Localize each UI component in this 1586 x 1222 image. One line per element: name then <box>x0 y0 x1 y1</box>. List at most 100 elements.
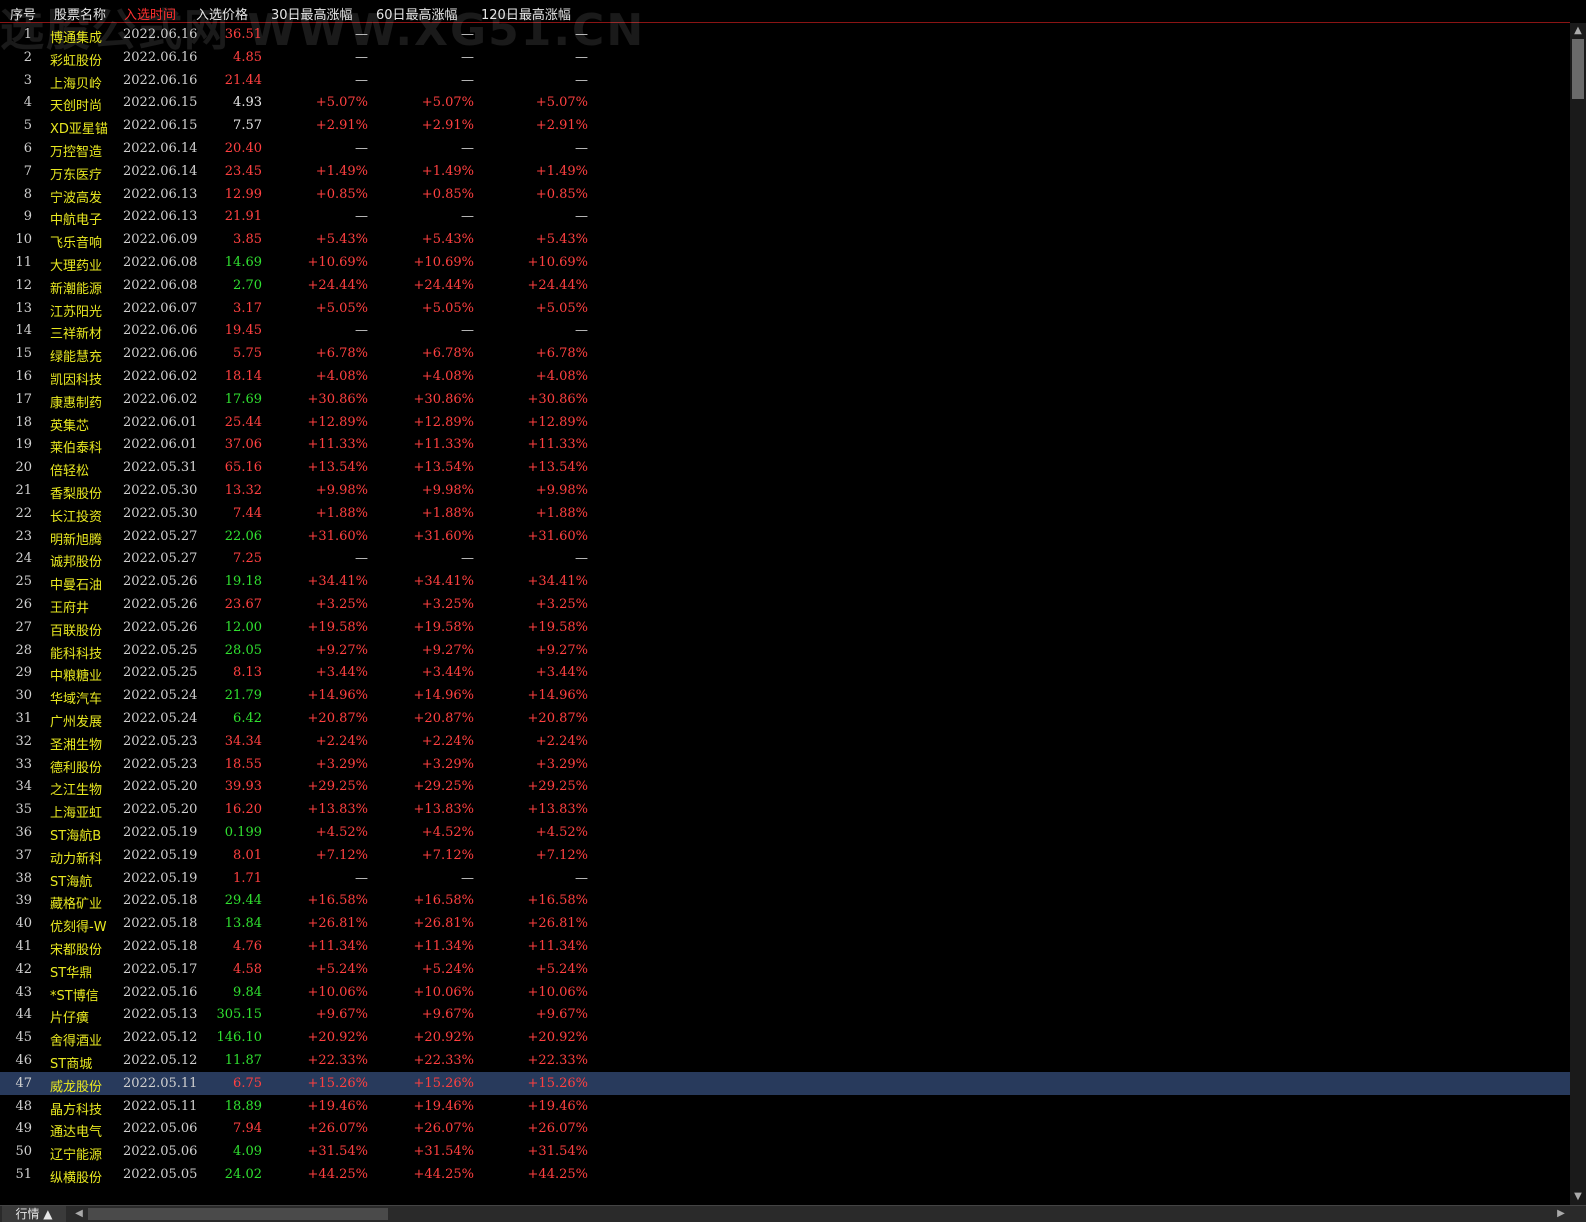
table-row[interactable]: 22 长江投资 2022.05.30 7.44 +1.88% +1.88% +1.88% <box>0 502 1570 525</box>
table-row[interactable]: 40 优刻得-W 2022.05.18 13.84 +26.81% +26.81% +26.… <box>0 912 1570 935</box>
table-row[interactable]: 21 香梨股份 2022.05.30 13.32 +9.98% +9.98% +9.98% <box>0 479 1570 502</box>
row-index: 35 <box>15 802 32 818</box>
tab-quotes[interactable]: 行情 ▲ <box>2 1206 66 1222</box>
table-row[interactable]: 12 新潮能源 2022.06.08 2.70 +24.44% +24.44% +24.44… <box>0 274 1570 297</box>
gain-30d: — <box>355 27 368 42</box>
gain-60d: — <box>461 551 474 567</box>
table-row[interactable]: 2 彩虹股份 2022.06.16 4.85— — — <box>0 46 1570 69</box>
table-row[interactable]: 6 万控智造 2022.06.14 20.40— — — <box>0 137 1570 160</box>
gain-60d: — <box>461 209 474 225</box>
gain-60d: +1.88% <box>421 505 474 521</box>
table-row[interactable]: 14 三祥新材 2022.06.06 19.45— — — <box>0 319 1570 342</box>
scroll-right-icon[interactable]: ▶ <box>1554 1206 1568 1222</box>
table-row[interactable]: 50 辽宁能源 2022.05.06 4.09 +31.54% +31.54% +31.54… <box>0 1140 1570 1163</box>
table-row[interactable]: 43 *ST博信 2022.05.16 9.84 +10.06% +10.06% +10.0… <box>0 981 1570 1004</box>
table-row[interactable]: 15 绿能慧充 2022.06.06 5.75 +6.78% +6.78% +6.78% <box>0 342 1570 365</box>
table-row[interactable]: 28 能科科技 2022.05.25 28.05 +9.27% +9.27% +9.27% <box>0 639 1570 662</box>
scroll-down-icon[interactable]: ▼ <box>1570 1189 1586 1205</box>
table-row[interactable]: 35 上海亚虹 2022.05.20 16.20 +13.83% +13.83% +13.8… <box>0 798 1570 821</box>
row-index: 19 <box>15 437 32 453</box>
table-row[interactable]: 29 中粮糖业 2022.05.25 8.13 +3.44% +3.44% +3.44% <box>0 661 1570 684</box>
table-row[interactable]: 26 王府井 2022.05.26 23.67 +3.25% +3.25% +3.25% <box>0 593 1570 616</box>
select-price: 18.14 <box>224 369 262 384</box>
table-row[interactable]: 13 江苏阳光 2022.06.07 3.17 +5.05% +5.05% +5.05% <box>0 297 1570 320</box>
table-row[interactable]: 23 明新旭腾 2022.05.27 22.06 +31.60% +31.60% +31.6… <box>0 525 1570 548</box>
column-header-index[interactable]: 序号 <box>10 4 36 23</box>
gain-120d: +5.07% <box>535 95 588 111</box>
scroll-left-icon[interactable]: ◀ <box>72 1206 86 1222</box>
gain-60d: — <box>461 72 474 88</box>
row-index: 49 <box>15 1121 32 1137</box>
table-row[interactable]: 10 飞乐音响 2022.06.09 3.85 +5.43% +5.43% +5.43% <box>0 228 1570 251</box>
column-header-30d-gain[interactable]: 30日最高涨幅 <box>271 4 353 23</box>
row-index: 22 <box>15 505 32 521</box>
stock-name: *ST博信 <box>50 988 99 1004</box>
gain-30d: +4.52% <box>315 825 368 840</box>
table-row[interactable]: 7 万东医疗 2022.06.14 23.45 +1.49% +1.49% +1.49% <box>0 160 1570 183</box>
row-index: 17 <box>15 391 32 407</box>
gain-60d: +30.86% <box>413 391 474 407</box>
table-row[interactable]: 8 宁波高发 2022.06.13 12.99 +0.85% +0.85% +0.85% <box>0 183 1570 206</box>
table-row[interactable]: 17 康惠制药 2022.06.02 17.69 +30.86% +30.86% +30.8… <box>0 388 1570 411</box>
table-row[interactable]: 48 晶方科技 2022.05.11 18.89 +19.46% +19.46% +19.4… <box>0 1095 1570 1118</box>
vertical-scroll-thumb[interactable] <box>1572 39 1584 99</box>
table-row[interactable]: 11 大理药业 2022.06.08 14.69 +10.69% +10.69% +10.6… <box>0 251 1570 274</box>
table-row[interactable]: 20 倍轻松 2022.05.31 65.16 +13.54% +13.54% +13.54… <box>0 456 1570 479</box>
table-row[interactable]: 39 藏格矿业 2022.05.18 29.44 +16.58% +16.58% +16.5… <box>0 889 1570 912</box>
gain-60d: — <box>461 870 474 886</box>
column-header-120d-gain[interactable]: 120日最高涨幅 <box>481 4 571 23</box>
row-index: 28 <box>15 642 32 658</box>
table-row[interactable]: 36 ST海航B 2022.05.19 0.199 +4.52% +4.52% +4.52% <box>0 821 1570 844</box>
table-row[interactable]: 47 威龙股份 2022.05.11 6.75 +15.26% +15.26% +15.26… <box>0 1071 1570 1095</box>
table-row[interactable]: 32 圣湘生物 2022.05.23 34.34 +2.24% +2.24% +2.24% <box>0 730 1570 753</box>
gain-120d: +1.49% <box>535 163 588 179</box>
gain-60d: +3.25% <box>421 597 474 612</box>
gain-120d: +20.87% <box>527 711 588 726</box>
gain-60d: +6.78% <box>421 346 474 362</box>
table-row[interactable]: 16 凯因科技 2022.06.02 18.14 +4.08% +4.08% +4.08% <box>0 365 1570 388</box>
table-row[interactable]: 24 诚邦股份 2022.05.27 7.25— — — <box>0 547 1570 570</box>
gain-60d: — <box>461 323 474 339</box>
select-price: 34.34 <box>224 733 262 749</box>
column-header-select-time[interactable]: 入选时间 <box>124 4 176 23</box>
row-index: 12 <box>15 277 32 293</box>
scroll-up-icon[interactable]: ▲ <box>1570 23 1586 39</box>
column-header-60d-gain[interactable]: 60日最高涨幅 <box>376 4 458 23</box>
gain-30d: — <box>355 551 368 567</box>
table-row[interactable]: 49 通达电气 2022.05.06 7.94 +26.07% +26.07% +26.07… <box>0 1117 1570 1140</box>
table-row[interactable]: 30 华域汽车 2022.05.24 21.79 +14.96% +14.96% +14.9… <box>0 684 1570 707</box>
gain-120d: +3.44% <box>535 665 588 681</box>
table-row[interactable]: 27 百联股份 2022.05.26 12.00 +19.58% +19.58% +19.5… <box>0 616 1570 639</box>
table-row[interactable]: 25 中曼石油 2022.05.26 19.18 +34.41% +34.41% +34.4… <box>0 570 1570 593</box>
table-row[interactable]: 33 德利股份 2022.05.23 18.55 +3.29% +3.29% +3.29% <box>0 753 1570 776</box>
table-row[interactable]: 31 广州发展 2022.05.24 6.42 +20.87% +20.87% +20.87… <box>0 707 1570 730</box>
gain-120d: +26.07% <box>527 1121 588 1137</box>
column-header-select-price[interactable]: 入选价格 <box>196 4 248 23</box>
select-price: 4.09 <box>233 1144 262 1160</box>
table-row[interactable]: 37 动力新科 2022.05.19 8.01 +7.12% +7.12% +7.12% <box>0 844 1570 867</box>
select-price: 37.06 <box>224 437 262 453</box>
row-index: 6 <box>23 141 32 156</box>
table-row[interactable]: 9 中航电子 2022.06.13 21.91— — — <box>0 205 1570 228</box>
table-row[interactable]: 51 纵横股份 2022.05.05 24.02 +44.25% +44.25% +44.2… <box>0 1163 1570 1186</box>
table-row[interactable]: 46 ST商城 2022.05.12 11.87 +22.33% +22.33% +22.3… <box>0 1049 1570 1072</box>
gain-60d: +5.43% <box>421 232 474 248</box>
table-row[interactable]: 4 天创时尚 2022.06.15 4.93 +5.07% +5.07% +5.07% <box>0 91 1570 114</box>
table-row[interactable]: 42 ST华鼎 2022.05.17 4.58 +5.24% +5.24% +5.24% <box>0 958 1570 981</box>
table-row[interactable]: 34 之江生物 2022.05.20 39.93 +29.25% +29.25% +29.2… <box>0 775 1570 798</box>
table-row[interactable]: 18 英集芯 2022.06.01 25.44 +12.89% +12.89% +12.89… <box>0 411 1570 434</box>
table-row[interactable]: 19 莱伯泰科 2022.06.01 37.06 +11.33% +11.33% +11.3… <box>0 433 1570 456</box>
table-row[interactable]: 38 ST海航 2022.05.19 1.71— — — <box>0 867 1570 890</box>
horizontal-scroll-thumb[interactable] <box>88 1208 388 1220</box>
table-row[interactable]: 44 片仔癀 2022.05.13 305.15 +9.67% +9.67% +9.67% <box>0 1003 1570 1026</box>
table-row[interactable]: 41 宋都股份 2022.05.18 4.76 +11.34% +11.34% +11.34… <box>0 935 1570 958</box>
gain-120d: +15.26% <box>527 1075 588 1091</box>
vertical-scrollbar[interactable]: ▲ ▼ <box>1570 23 1586 1205</box>
table-row[interactable]: 3 上海贝岭 2022.06.16 21.44— — — <box>0 69 1570 92</box>
table-row[interactable]: 5 XD亚星锚 2022.06.15 7.57 +2.91% +2.91% +2.91% <box>0 114 1570 137</box>
row-index: 21 <box>15 483 32 498</box>
column-header-name[interactable]: 股票名称 <box>54 4 106 23</box>
table-row[interactable]: 45 舍得酒业 2022.05.12 146.10 +20.92% +20.92% +20.… <box>0 1026 1570 1049</box>
stock-name: 广州发展 <box>50 715 103 730</box>
table-row[interactable]: 1 博通集成 2022.06.16 36.51— — — <box>0 23 1570 46</box>
